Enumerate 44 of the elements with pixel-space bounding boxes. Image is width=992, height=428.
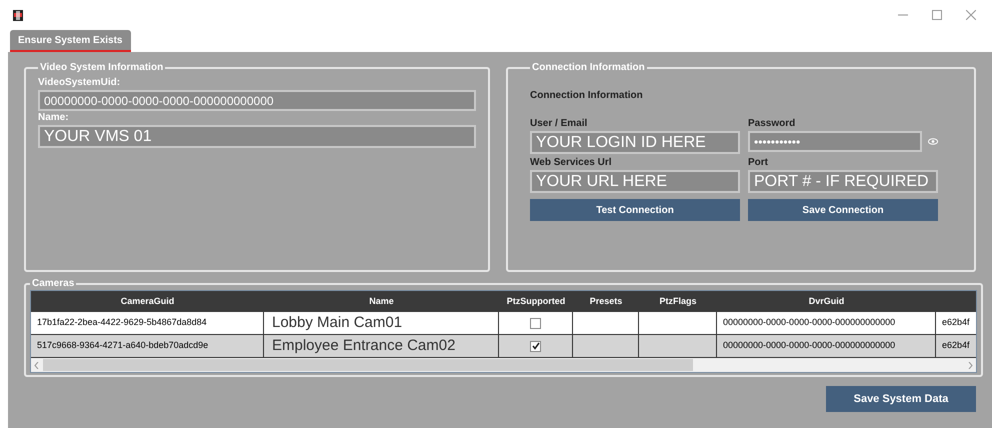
action-button[interactable]: Save Connection xyxy=(748,199,938,221)
maximize-icon[interactable] xyxy=(932,10,942,20)
table-cell: 00000000-0000-0000-0000-000000000000 xyxy=(717,335,936,357)
action-button[interactable]: Test Connection xyxy=(530,199,740,221)
scroll-left-icon[interactable] xyxy=(34,362,39,368)
scrollbar-thumb[interactable] xyxy=(43,359,693,371)
user-field[interactable]: YOUR LOGIN ID HERE xyxy=(530,131,740,154)
scroll-right-icon[interactable] xyxy=(968,362,973,368)
field-label: Password xyxy=(748,117,796,131)
group-legend: Cameras xyxy=(30,278,76,290)
save-button[interactable]: Save System Data xyxy=(826,386,976,412)
field-label: Name: xyxy=(38,111,70,125)
field-label: Port xyxy=(748,156,769,170)
uid-field[interactable]: 00000000-0000-0000-0000-000000000000 xyxy=(38,90,476,111)
table-cell: 17b1fa22-2bea-4422-9629-5b4867da8d84 xyxy=(31,312,264,334)
checkbox[interactable] xyxy=(530,340,541,352)
password-field[interactable]: ••••••••••• xyxy=(748,131,922,152)
column-header[interactable]: DvrGuid xyxy=(808,294,844,308)
close-icon[interactable] xyxy=(966,10,976,20)
column-header[interactable]: PtzSupported xyxy=(506,294,566,308)
field-label: VideoSystemUid: xyxy=(38,76,122,90)
check-icon xyxy=(532,342,540,350)
checkbox[interactable] xyxy=(530,318,541,328)
table-cell-text: e62b4f xyxy=(941,339,971,352)
column-header[interactable]: PtzFlags xyxy=(659,294,696,308)
port-field[interactable]: PORT # - IF REQUIRED xyxy=(748,170,938,193)
table-cell-text: e62b4f xyxy=(941,316,971,330)
table-cell: 517c9668-9364-4271-a640-bdeb70adcd9e xyxy=(31,335,264,357)
table-cell: Employee Entrance Cam02 xyxy=(264,335,499,357)
column-header[interactable]: CameraGuid xyxy=(120,294,174,308)
column-header[interactable]: Presets xyxy=(590,294,622,308)
group-legend: Connection Information xyxy=(530,62,647,74)
tab[interactable]: Ensure System Exists xyxy=(10,30,130,52)
table-cell: Lobby Main Cam01 xyxy=(264,312,499,334)
table-cell: 00000000-0000-0000-0000-000000000000 xyxy=(717,312,936,334)
field-label: Web Services Url xyxy=(530,156,613,170)
eye-icon[interactable] xyxy=(928,138,938,145)
section-heading: Connection Information xyxy=(530,89,644,103)
field-label: User / Email xyxy=(530,117,588,131)
name-field[interactable]: YOUR VMS 01 xyxy=(38,125,476,148)
url-field[interactable]: YOUR URL HERE xyxy=(530,170,740,193)
group-legend: Video System Information xyxy=(38,62,166,74)
app-logo-icon xyxy=(13,10,23,20)
column-header[interactable]: Name xyxy=(369,294,394,308)
